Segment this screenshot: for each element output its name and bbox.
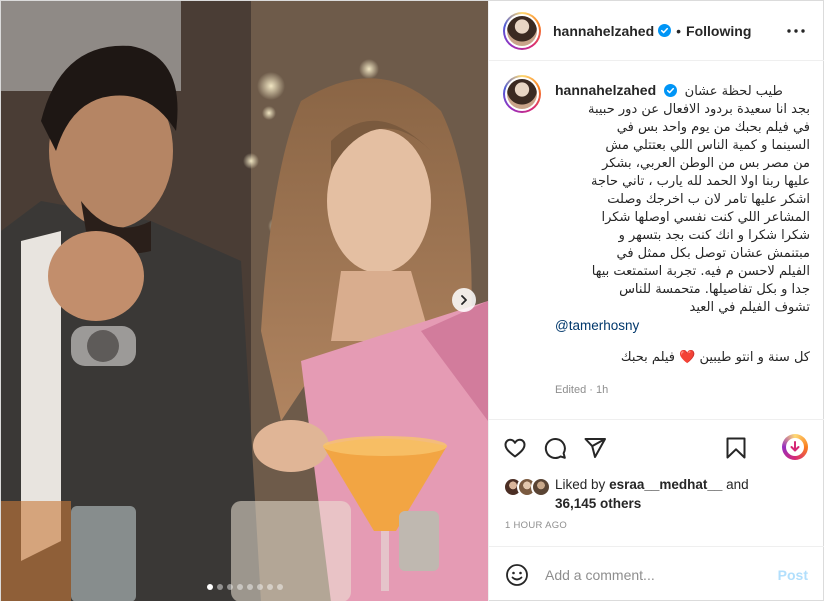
- likes-prefix: Liked by: [555, 477, 606, 492]
- caption-last-line-b: فيلم بحبك: [620, 350, 676, 365]
- carousel-dot: [206, 584, 213, 590]
- liker-avatars[interactable]: [503, 477, 555, 499]
- comment-input[interactable]: [545, 566, 765, 583]
- chevron-right-icon: [461, 295, 467, 305]
- carousel-next-button[interactable]: [452, 288, 476, 312]
- carousel-dot: [236, 584, 243, 590]
- following-button[interactable]: Following: [686, 23, 751, 39]
- more-options-button[interactable]: [786, 21, 806, 41]
- more-icon: [787, 29, 805, 33]
- carousel-dot: [256, 584, 263, 590]
- instagram-post: hannahelzahed • Following hannahelzahed …: [0, 0, 824, 601]
- likes-text: Liked by esraa__medhat__ and 36,145 othe…: [555, 475, 749, 513]
- caption: hannahelzahed طيب لحظة عشان بجد انا سعيد…: [503, 75, 810, 399]
- save-button[interactable]: [724, 436, 748, 460]
- verified-badge-icon: [658, 24, 672, 37]
- avatar: [531, 477, 551, 497]
- emoji-icon[interactable]: [505, 563, 529, 587]
- action-bar: [489, 419, 824, 475]
- comment-icon: [544, 437, 566, 459]
- caption-last-line-a: كل سنة و انتو طيبين: [699, 350, 810, 365]
- red-heart-emoji: ❤️: [679, 350, 696, 365]
- avatar[interactable]: [503, 11, 541, 50]
- post-side-panel: hannahelzahed • Following hannahelzahed …: [488, 1, 824, 601]
- post-timestamp[interactable]: 1 HOUR AGO: [505, 520, 567, 531]
- carousel-dot: [266, 584, 273, 590]
- caption-first-line: طيب لحظة عشان: [684, 84, 783, 99]
- likes-count[interactable]: 36,145 others: [555, 496, 641, 511]
- caption-text: بجد انا سعيدة بردود الافعال عن دور حبيبة…: [587, 102, 810, 315]
- carousel-dot: [226, 584, 233, 590]
- carousel-dots: [1, 584, 488, 590]
- like-button[interactable]: [503, 436, 527, 460]
- post-comment-button[interactable]: Post: [778, 567, 808, 583]
- save-icon: [726, 437, 746, 459]
- carousel-dot: [276, 584, 283, 590]
- separator-bullet: •: [676, 22, 682, 39]
- likes-summary: Liked by esraa__medhat__ and 36,145 othe…: [503, 475, 813, 513]
- caption-last-line: كل سنة و انتو طيبين ❤️ فيلم بحبك: [555, 349, 810, 367]
- liker-username[interactable]: esraa__medhat__: [609, 477, 722, 492]
- comments-section: hannahelzahed طيب لحظة عشان بجد انا سعيد…: [489, 61, 824, 419]
- heart-icon: [504, 438, 526, 457]
- verified-badge-icon: [663, 84, 677, 97]
- add-comment-bar: Post: [489, 546, 824, 601]
- caption-avatar[interactable]: [503, 75, 541, 113]
- mention-link[interactable]: @tamerhosny: [555, 317, 810, 335]
- edited-label: Edited · 1h: [555, 384, 609, 396]
- photo-illustration: [1, 1, 488, 601]
- carousel-dot: [246, 584, 253, 590]
- likes-and: and: [726, 477, 749, 492]
- share-icon: [584, 437, 606, 458]
- share-button[interactable]: [583, 436, 607, 460]
- download-icon: [786, 438, 804, 456]
- comment-button[interactable]: [543, 436, 567, 460]
- post-photo[interactable]: [1, 1, 488, 601]
- post-author-username[interactable]: hannahelzahed: [553, 23, 654, 39]
- carousel-dot: [216, 584, 223, 590]
- download-button[interactable]: [782, 434, 808, 460]
- avatar-image: [507, 15, 537, 46]
- caption-body: hannahelzahed طيب لحظة عشان بجد انا سعيد…: [555, 75, 810, 399]
- caption-username[interactable]: hannahelzahed: [555, 82, 656, 98]
- post-header: hannahelzahed • Following: [489, 1, 824, 61]
